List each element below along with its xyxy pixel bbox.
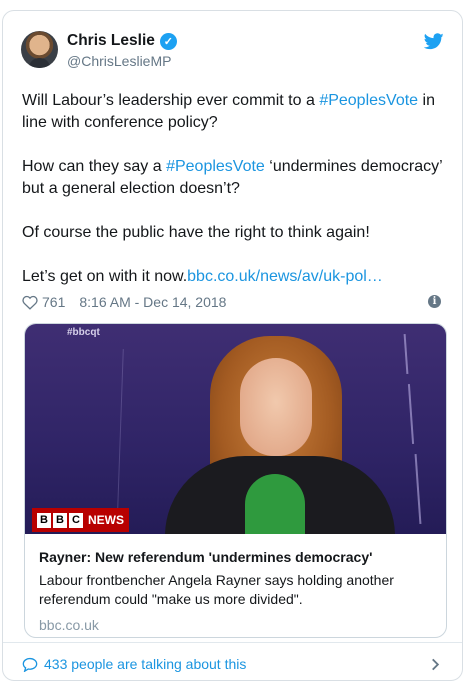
author-name[interactable]: Chris Leslie xyxy=(67,32,155,50)
tweet-paragraph-3: Of course the public have the right to t… xyxy=(22,224,370,241)
person-face xyxy=(240,358,312,456)
card-domain: bbc.co.uk xyxy=(39,617,99,633)
tweet-timestamp[interactable]: 8:16 AM - Dec 14, 2018 xyxy=(79,294,226,310)
info-icon[interactable]: i xyxy=(428,295,441,308)
tweet-text: Will Labour’s leadership ever commit to … xyxy=(22,90,447,288)
talking-about-count[interactable]: 433 people are talking about this xyxy=(44,656,246,672)
tweet-meta: 761 8:16 AM - Dec 14, 2018 i xyxy=(22,292,444,312)
tweet-header: Chris Leslie ✓ @ChrisLeslieMP xyxy=(21,31,444,71)
person-green-top xyxy=(245,474,305,534)
bbc-news-logo: B B C NEWS xyxy=(32,508,129,532)
conversation-footer[interactable]: 433 people are talking about this xyxy=(22,653,444,675)
card-title[interactable]: Rayner: New referendum 'undermines democ… xyxy=(39,548,435,566)
author-name-row[interactable]: Chris Leslie ✓ xyxy=(67,32,177,50)
tweet-paragraph-1: Will Labour’s leadership ever commit to … xyxy=(22,92,435,131)
hashtag-link[interactable]: #PeoplesVote xyxy=(166,158,265,175)
verified-badge-icon: ✓ xyxy=(159,32,177,50)
tweet-paragraph-2: How can they say a #PeoplesVote ‘undermi… xyxy=(22,158,443,197)
card-text: Rayner: New referendum 'undermines democ… xyxy=(39,548,435,633)
tweet-paragraph-4: Let’s get on with it now.bbc.co.uk/news/… xyxy=(22,268,383,285)
card-description: Labour frontbencher Angela Rayner says h… xyxy=(39,572,394,607)
author-handle[interactable]: @ChrisLeslieMP xyxy=(67,53,171,69)
avatar[interactable] xyxy=(21,31,58,68)
hashtag-link[interactable]: #PeoplesVote xyxy=(319,92,418,109)
article-link[interactable]: bbc.co.uk/news/av/uk-pol… xyxy=(187,268,383,285)
link-preview-card[interactable]: #bbcqt B B C NEWS Rayner: New referendum… xyxy=(24,323,447,638)
comment-bubble-icon xyxy=(22,657,38,672)
card-image: #bbcqt B B C NEWS xyxy=(25,324,446,534)
heart-icon[interactable] xyxy=(22,295,38,310)
image-hashtag-overlay: #bbcqt xyxy=(67,327,100,338)
divider xyxy=(3,642,462,643)
chevron-right-icon[interactable] xyxy=(431,658,440,671)
embedded-tweet: Chris Leslie ✓ @ChrisLeslieMP Will Labou… xyxy=(2,10,463,681)
twitter-bird-icon[interactable] xyxy=(424,33,444,50)
like-count[interactable]: 761 xyxy=(42,294,65,310)
